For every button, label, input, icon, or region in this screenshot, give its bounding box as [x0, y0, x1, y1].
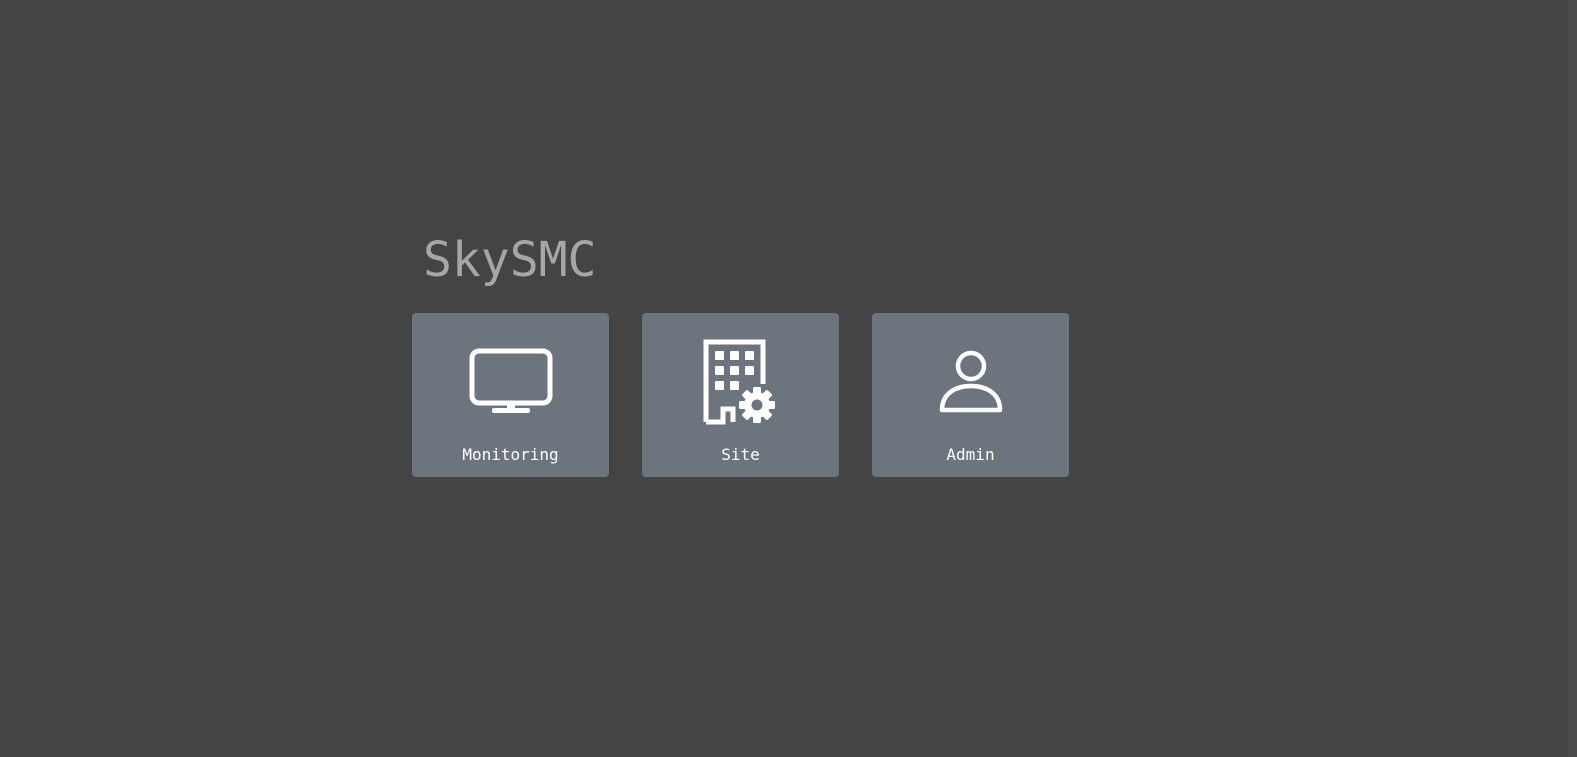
- admin-tile[interactable]: Admin: [872, 313, 1069, 477]
- tile-grid: Monitoring Site Admin: [412, 313, 1069, 477]
- admin-label: Admin: [946, 445, 995, 464]
- app-title: SkySMC: [423, 232, 597, 288]
- vertical-scrollbar[interactable]: [1568, 0, 1577, 757]
- monitoring-label: Monitoring: [462, 445, 559, 464]
- app-root: SkySMC Monitoring Site Admin: [0, 0, 1577, 757]
- monitoring-tile[interactable]: Monitoring: [412, 313, 609, 477]
- site-label: Site: [721, 445, 760, 464]
- building-gear-icon: [696, 337, 786, 427]
- person-icon: [926, 337, 1016, 427]
- monitor-icon: [466, 337, 556, 427]
- site-tile[interactable]: Site: [642, 313, 839, 477]
